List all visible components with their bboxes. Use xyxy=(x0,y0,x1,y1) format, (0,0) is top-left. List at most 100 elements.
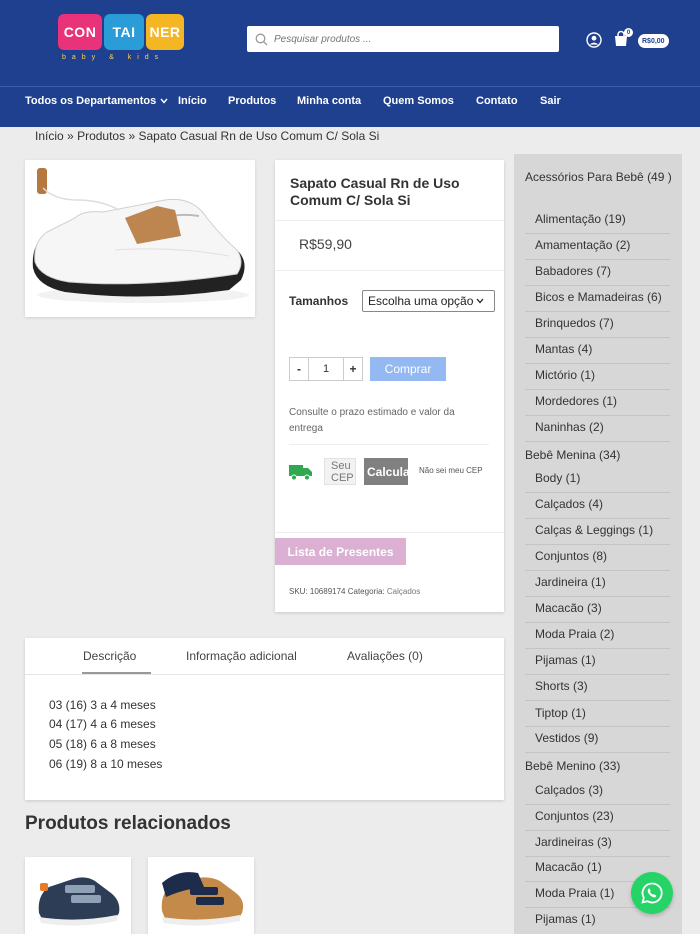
nav-produtos[interactable]: Produtos xyxy=(228,95,276,107)
nav-departments-label: Todos os Departamentos xyxy=(25,95,157,107)
sku-label: SKU: xyxy=(289,587,308,596)
category-link[interactable]: Calçados xyxy=(387,587,420,596)
qty-input[interactable]: 1 xyxy=(308,358,344,380)
unknown-cep-link[interactable]: Não sei meu CEP xyxy=(419,466,483,475)
divider xyxy=(525,259,670,260)
logo-part-3: NER xyxy=(146,14,184,50)
qty-plus-button[interactable]: + xyxy=(344,358,362,380)
nav-sair[interactable]: Sair xyxy=(540,95,561,107)
category-item[interactable]: Macacão (1) xyxy=(535,860,602,874)
product-meta: SKU: 10689174 Categoria: Calçados xyxy=(289,587,420,596)
category-item[interactable]: Moda Praia (1) xyxy=(535,886,614,900)
category-item[interactable]: Amamentação (2) xyxy=(535,238,630,252)
divider xyxy=(275,220,504,221)
logo-part-1: CON xyxy=(58,14,102,50)
related-product-card[interactable] xyxy=(25,857,131,934)
search-bar[interactable] xyxy=(247,26,559,52)
category-item[interactable]: Calçados (3) xyxy=(535,783,603,797)
breadcrumb-current: Sapato Casual Rn de Uso Comum C/ Sola Si xyxy=(138,129,380,143)
product-image[interactable] xyxy=(25,160,255,317)
divider xyxy=(525,648,670,649)
category-item[interactable]: Pijamas (1) xyxy=(535,653,596,667)
nav-inicio[interactable]: Início xyxy=(178,95,207,107)
main-nav: Todos os Departamentos Início Produtos M… xyxy=(0,86,700,127)
category-item[interactable]: Jardineiras (3) xyxy=(535,835,612,849)
category-item[interactable]: Brinquedos (7) xyxy=(535,316,614,330)
shipping-note: Consulte o prazo estimado e valor da ent… xyxy=(289,407,455,434)
breadcrumb-products[interactable]: Produtos xyxy=(77,129,125,143)
category-item[interactable]: Body (1) xyxy=(535,471,580,485)
category-item[interactable]: Tiptop (1) xyxy=(535,706,586,720)
gift-list-button[interactable]: Lista de Presentes xyxy=(275,538,406,565)
user-icon[interactable] xyxy=(586,32,602,48)
category-item[interactable]: Macacão (3) xyxy=(535,601,602,615)
category-item[interactable]: Calças & Leggings (1) xyxy=(535,523,653,537)
tab-description[interactable]: Descrição xyxy=(83,649,136,663)
description-line: 06 (19) 8 a 10 meses xyxy=(49,757,163,771)
nav-quem-somos[interactable]: Quem Somos xyxy=(383,95,454,107)
divider xyxy=(525,752,670,753)
category-item[interactable]: Shorts (3) xyxy=(535,679,588,693)
calculate-shipping-button[interactable]: Calcular xyxy=(364,458,408,485)
category-item[interactable]: Bicos e Mamadeiras (6) xyxy=(535,290,662,304)
product-summary: Sapato Casual Rn de Uso Comum C/ Sola Si… xyxy=(275,160,504,612)
logo-tagline: baby & kids xyxy=(62,54,165,61)
buy-button[interactable]: Comprar xyxy=(370,357,446,381)
divider xyxy=(525,856,670,857)
divider xyxy=(275,532,504,533)
search-input[interactable] xyxy=(274,33,534,45)
nav-contato[interactable]: Contato xyxy=(476,95,518,107)
category-item[interactable]: Jardineira (1) xyxy=(535,575,606,589)
category-group-acessorios[interactable]: Acessórios Para Bebê (49 ) xyxy=(525,168,675,187)
whatsapp-chat-button[interactable] xyxy=(631,872,673,914)
description-line: 04 (17) 4 a 6 meses xyxy=(49,717,156,731)
size-select[interactable]: Escolha uma opção xyxy=(362,290,495,312)
whatsapp-icon xyxy=(641,882,663,904)
breadcrumb-home[interactable]: Início xyxy=(35,129,64,143)
cart-total[interactable]: R$0,00 xyxy=(638,34,669,48)
sku-value: 10689174 xyxy=(309,587,346,596)
category-group-bebe-menina[interactable]: Bebê Menina (34) xyxy=(525,446,675,465)
category-sidebar: Acessórios Para Bebê (49 ) Alimentação (… xyxy=(514,154,682,934)
category-item[interactable]: Moda Praia (2) xyxy=(535,627,614,641)
product-tabs: Descrição Informação adicional Avaliaçõe… xyxy=(25,638,504,800)
divider xyxy=(525,518,670,519)
size-select-value: Escolha uma opção xyxy=(368,294,474,308)
category-item[interactable]: Calçados (4) xyxy=(535,497,603,511)
divider xyxy=(525,363,670,364)
chevron-down-icon xyxy=(476,298,484,304)
related-product-card[interactable] xyxy=(148,857,254,934)
divider xyxy=(525,441,670,442)
breadcrumb-separator: » xyxy=(128,129,136,143)
description-line: 03 (16) 3 a 4 meses xyxy=(49,698,156,712)
related-products-title: Produtos relacionados xyxy=(25,813,231,834)
nav-departments[interactable]: Todos os Departamentos xyxy=(25,95,168,107)
category-item[interactable]: Mictório (1) xyxy=(535,368,595,382)
divider xyxy=(525,285,670,286)
category-item[interactable]: Babadores (7) xyxy=(535,264,611,278)
divider xyxy=(525,596,670,597)
tab-additional-info[interactable]: Informação adicional xyxy=(186,649,297,663)
category-item[interactable]: Conjuntos (8) xyxy=(535,549,607,563)
category-item[interactable]: Vestidos (9) xyxy=(535,731,598,745)
category-item[interactable]: Pijamas (1) xyxy=(535,912,596,926)
category-item[interactable]: Mantas (4) xyxy=(535,342,592,356)
breadcrumb: Início » Produtos » Sapato Casual Rn de … xyxy=(35,129,379,143)
divider xyxy=(525,389,670,390)
category-item[interactable]: Mordedores (1) xyxy=(535,394,617,408)
category-item[interactable]: Alimentação (19) xyxy=(535,212,626,226)
quantity-stepper[interactable]: - 1 + xyxy=(289,357,363,381)
site-logo[interactable]: CON TAI NER baby & kids xyxy=(58,14,188,72)
divider xyxy=(525,622,670,623)
nav-minha-conta[interactable]: Minha conta xyxy=(297,95,361,107)
qty-minus-button[interactable]: - xyxy=(290,358,308,380)
category-item[interactable]: Conjuntos (23) xyxy=(535,809,614,823)
cep-input[interactable]: Seu CEP xyxy=(324,458,356,485)
category-item[interactable]: Naninhas (2) xyxy=(535,420,604,434)
tab-reviews[interactable]: Avaliações (0) xyxy=(347,649,423,663)
divider xyxy=(275,270,504,271)
logo-pieces: CON TAI NER xyxy=(58,14,188,50)
category-group-bebe-menino[interactable]: Bebê Menino (33) xyxy=(525,757,675,776)
truck-icon xyxy=(289,465,312,481)
divider xyxy=(525,804,670,805)
